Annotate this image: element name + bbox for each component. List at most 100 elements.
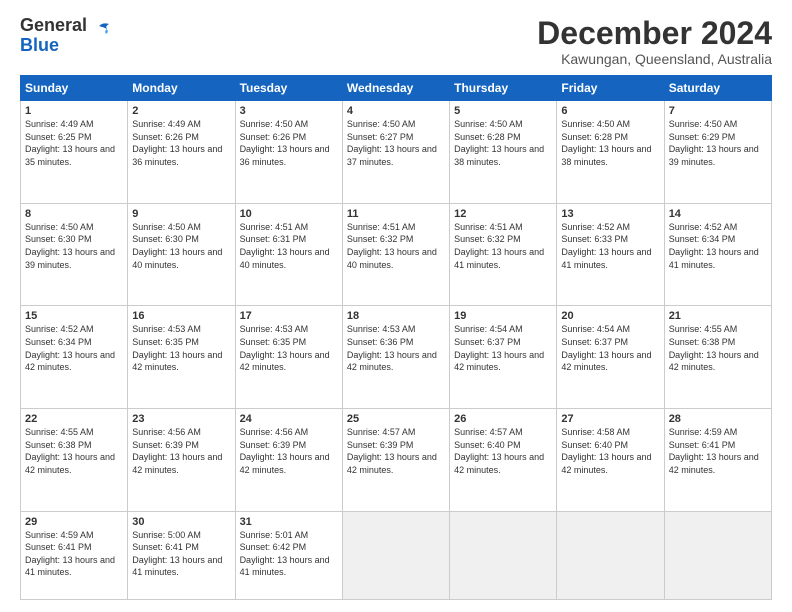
calendar-week-row: 8 Sunrise: 4:50 AMSunset: 6:30 PMDayligh… (21, 203, 772, 306)
day-number: 12 (454, 208, 552, 220)
calendar-cell: 18 Sunrise: 4:53 AMSunset: 6:36 PMDaylig… (342, 306, 449, 409)
col-header-monday: Monday (128, 76, 235, 101)
calendar-table: SundayMondayTuesdayWednesdayThursdayFrid… (20, 75, 772, 600)
logo-bird-icon (91, 20, 113, 42)
day-number: 6 (561, 105, 659, 117)
day-number: 4 (347, 105, 445, 117)
calendar-cell: 24 Sunrise: 4:56 AMSunset: 6:39 PMDaylig… (235, 408, 342, 511)
day-info: Sunrise: 4:55 AMSunset: 6:38 PMDaylight:… (669, 324, 759, 372)
calendar-cell: 9 Sunrise: 4:50 AMSunset: 6:30 PMDayligh… (128, 203, 235, 306)
header: General Blue December 2024 Kawungan, Que… (20, 16, 772, 67)
day-number: 22 (25, 413, 123, 425)
calendar-cell: 20 Sunrise: 4:54 AMSunset: 6:37 PMDaylig… (557, 306, 664, 409)
logo-blue: Blue (20, 35, 59, 55)
calendar-cell: 26 Sunrise: 4:57 AMSunset: 6:40 PMDaylig… (450, 408, 557, 511)
day-number: 1 (25, 105, 123, 117)
day-number: 7 (669, 105, 767, 117)
day-info: Sunrise: 4:50 AMSunset: 6:27 PMDaylight:… (347, 119, 437, 167)
title-block: December 2024 Kawungan, Queensland, Aust… (537, 16, 772, 67)
day-number: 11 (347, 208, 445, 220)
calendar-cell: 8 Sunrise: 4:50 AMSunset: 6:30 PMDayligh… (21, 203, 128, 306)
day-number: 20 (561, 310, 659, 322)
col-header-wednesday: Wednesday (342, 76, 449, 101)
day-info: Sunrise: 4:58 AMSunset: 6:40 PMDaylight:… (561, 427, 651, 475)
day-info: Sunrise: 4:56 AMSunset: 6:39 PMDaylight:… (132, 427, 222, 475)
location: Kawungan, Queensland, Australia (537, 51, 772, 67)
day-info: Sunrise: 4:50 AMSunset: 6:29 PMDaylight:… (669, 119, 759, 167)
day-info: Sunrise: 4:57 AMSunset: 6:39 PMDaylight:… (347, 427, 437, 475)
calendar-cell: 14 Sunrise: 4:52 AMSunset: 6:34 PMDaylig… (664, 203, 771, 306)
calendar-cell: 7 Sunrise: 4:50 AMSunset: 6:29 PMDayligh… (664, 101, 771, 204)
day-number: 23 (132, 413, 230, 425)
calendar-header-row: SundayMondayTuesdayWednesdayThursdayFrid… (21, 76, 772, 101)
day-number: 8 (25, 208, 123, 220)
day-number: 5 (454, 105, 552, 117)
logo-general: General (20, 15, 87, 35)
day-info: Sunrise: 4:50 AMSunset: 6:26 PMDaylight:… (240, 119, 330, 167)
day-info: Sunrise: 4:53 AMSunset: 6:36 PMDaylight:… (347, 324, 437, 372)
day-number: 25 (347, 413, 445, 425)
calendar-cell (664, 511, 771, 599)
day-info: Sunrise: 4:50 AMSunset: 6:28 PMDaylight:… (561, 119, 651, 167)
day-number: 21 (669, 310, 767, 322)
day-number: 29 (25, 516, 123, 528)
day-number: 13 (561, 208, 659, 220)
calendar-cell: 12 Sunrise: 4:51 AMSunset: 6:32 PMDaylig… (450, 203, 557, 306)
calendar-cell: 10 Sunrise: 4:51 AMSunset: 6:31 PMDaylig… (235, 203, 342, 306)
page: General Blue December 2024 Kawungan, Que… (0, 0, 792, 612)
calendar-cell: 1 Sunrise: 4:49 AMSunset: 6:25 PMDayligh… (21, 101, 128, 204)
calendar-week-row: 1 Sunrise: 4:49 AMSunset: 6:25 PMDayligh… (21, 101, 772, 204)
month-title: December 2024 (537, 16, 772, 51)
calendar-cell: 13 Sunrise: 4:52 AMSunset: 6:33 PMDaylig… (557, 203, 664, 306)
day-number: 3 (240, 105, 338, 117)
col-header-friday: Friday (557, 76, 664, 101)
day-number: 10 (240, 208, 338, 220)
day-info: Sunrise: 4:50 AMSunset: 6:28 PMDaylight:… (454, 119, 544, 167)
day-info: Sunrise: 4:55 AMSunset: 6:38 PMDaylight:… (25, 427, 115, 475)
calendar-cell: 30 Sunrise: 5:00 AMSunset: 6:41 PMDaylig… (128, 511, 235, 599)
calendar-week-row: 15 Sunrise: 4:52 AMSunset: 6:34 PMDaylig… (21, 306, 772, 409)
day-info: Sunrise: 4:53 AMSunset: 6:35 PMDaylight:… (132, 324, 222, 372)
calendar-cell: 15 Sunrise: 4:52 AMSunset: 6:34 PMDaylig… (21, 306, 128, 409)
day-info: Sunrise: 4:51 AMSunset: 6:32 PMDaylight:… (347, 222, 437, 270)
day-info: Sunrise: 5:00 AMSunset: 6:41 PMDaylight:… (132, 530, 222, 578)
day-info: Sunrise: 4:59 AMSunset: 6:41 PMDaylight:… (669, 427, 759, 475)
day-info: Sunrise: 4:51 AMSunset: 6:32 PMDaylight:… (454, 222, 544, 270)
day-number: 27 (561, 413, 659, 425)
day-number: 19 (454, 310, 552, 322)
calendar-cell (557, 511, 664, 599)
day-number: 17 (240, 310, 338, 322)
calendar-cell (342, 511, 449, 599)
day-number: 16 (132, 310, 230, 322)
day-number: 2 (132, 105, 230, 117)
day-info: Sunrise: 4:50 AMSunset: 6:30 PMDaylight:… (25, 222, 115, 270)
col-header-thursday: Thursday (450, 76, 557, 101)
calendar-cell: 27 Sunrise: 4:58 AMSunset: 6:40 PMDaylig… (557, 408, 664, 511)
day-info: Sunrise: 4:49 AMSunset: 6:26 PMDaylight:… (132, 119, 222, 167)
day-info: Sunrise: 4:53 AMSunset: 6:35 PMDaylight:… (240, 324, 330, 372)
day-number: 30 (132, 516, 230, 528)
calendar-cell: 29 Sunrise: 4:59 AMSunset: 6:41 PMDaylig… (21, 511, 128, 599)
logo-text: General Blue (20, 16, 87, 56)
day-number: 28 (669, 413, 767, 425)
calendar-cell (450, 511, 557, 599)
day-number: 9 (132, 208, 230, 220)
day-info: Sunrise: 5:01 AMSunset: 6:42 PMDaylight:… (240, 530, 330, 578)
calendar-cell: 31 Sunrise: 5:01 AMSunset: 6:42 PMDaylig… (235, 511, 342, 599)
day-info: Sunrise: 4:50 AMSunset: 6:30 PMDaylight:… (132, 222, 222, 270)
day-info: Sunrise: 4:54 AMSunset: 6:37 PMDaylight:… (561, 324, 651, 372)
day-number: 31 (240, 516, 338, 528)
day-number: 18 (347, 310, 445, 322)
calendar-cell: 28 Sunrise: 4:59 AMSunset: 6:41 PMDaylig… (664, 408, 771, 511)
calendar-cell: 17 Sunrise: 4:53 AMSunset: 6:35 PMDaylig… (235, 306, 342, 409)
day-number: 26 (454, 413, 552, 425)
day-info: Sunrise: 4:52 AMSunset: 6:34 PMDaylight:… (669, 222, 759, 270)
calendar-cell: 21 Sunrise: 4:55 AMSunset: 6:38 PMDaylig… (664, 306, 771, 409)
calendar-cell: 4 Sunrise: 4:50 AMSunset: 6:27 PMDayligh… (342, 101, 449, 204)
calendar-cell: 3 Sunrise: 4:50 AMSunset: 6:26 PMDayligh… (235, 101, 342, 204)
calendar-cell: 2 Sunrise: 4:49 AMSunset: 6:26 PMDayligh… (128, 101, 235, 204)
logo: General Blue (20, 16, 113, 56)
day-number: 15 (25, 310, 123, 322)
day-number: 24 (240, 413, 338, 425)
day-info: Sunrise: 4:59 AMSunset: 6:41 PMDaylight:… (25, 530, 115, 578)
